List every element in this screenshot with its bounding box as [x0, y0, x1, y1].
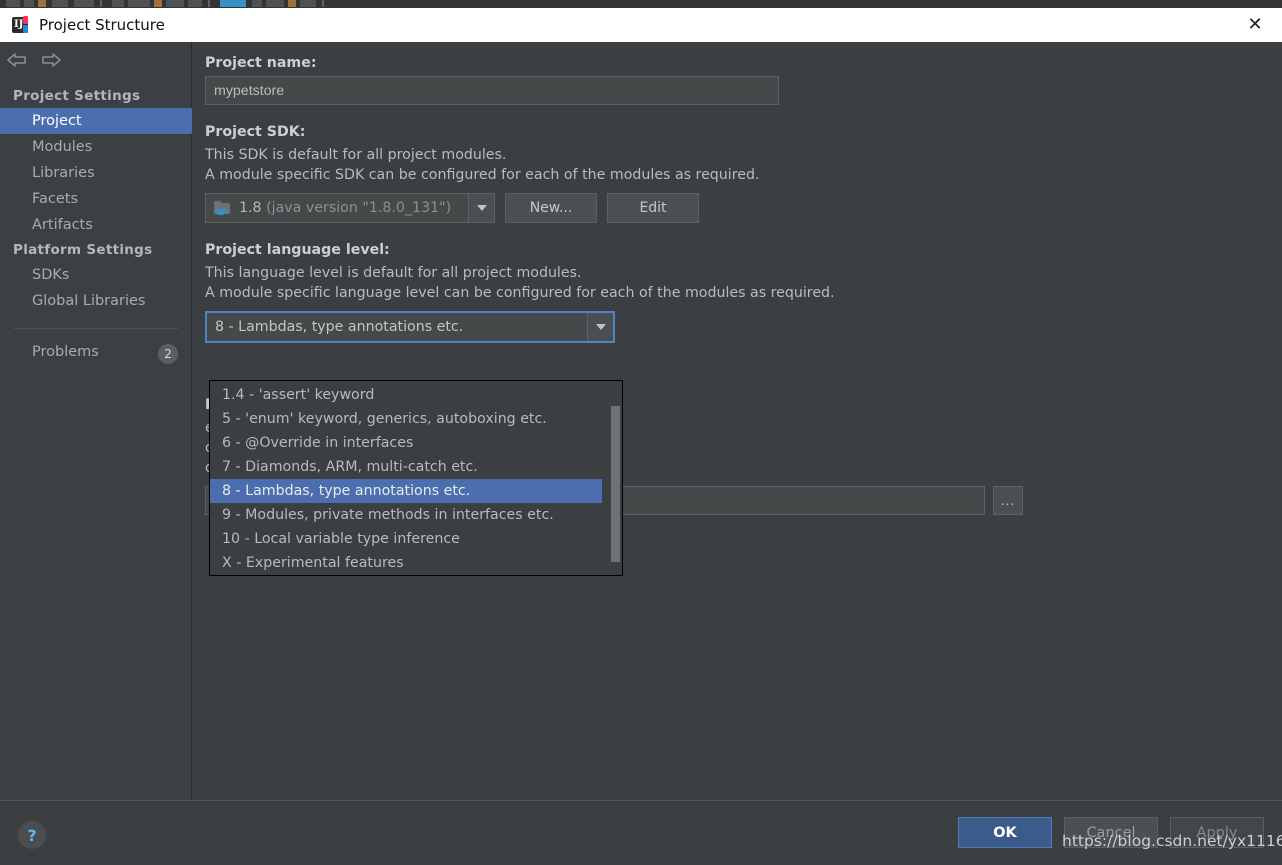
project-name-input[interactable] [205, 76, 779, 105]
project-sdk-combo-text: 1.8 (java version "1.8.0_131") [231, 200, 468, 216]
sidebar-divider [14, 328, 178, 329]
project-sdk-desc-line1: This SDK is default for all project modu… [205, 147, 507, 163]
new-sdk-button[interactable]: New... [505, 193, 597, 223]
sidebar-nav-row [0, 42, 192, 78]
language-level-option[interactable]: 6 - @Override in interfaces [210, 431, 602, 455]
project-sdk-label: Project SDK: [205, 124, 306, 140]
sidebar-item-artifacts[interactable]: Artifacts [0, 212, 192, 238]
language-level-option-selected[interactable]: 8 - Lambdas, type annotations etc. [210, 479, 602, 503]
language-level-label: Project language level: [205, 242, 390, 258]
dialog-title: Project Structure [39, 16, 165, 34]
language-level-desc-line1: This language level is default for all p… [205, 265, 582, 281]
sidebar-item-problems[interactable]: Problems 2 [0, 339, 192, 365]
edit-sdk-button[interactable]: Edit [607, 193, 699, 223]
language-level-dropdown-popup[interactable]: 1.4 - 'assert' keyword 5 - 'enum' keywor… [209, 380, 623, 576]
sidebar-group-platform-settings: Platform Settings [13, 242, 153, 258]
dropdown-scrollbar[interactable] [610, 382, 621, 575]
sidebar-item-sdks[interactable]: SDKs [0, 262, 192, 288]
language-level-option[interactable]: 10 - Local variable type inference [210, 527, 602, 551]
language-level-option-list: 1.4 - 'assert' keyword 5 - 'enum' keywor… [210, 383, 602, 575]
project-sdk-desc-line2: A module specific SDK can be configured … [205, 167, 760, 183]
intellij-idea-icon: IJ [11, 16, 29, 34]
project-sdk-combo[interactable]: 1.8 (java version "1.8.0_131") [205, 193, 495, 223]
help-icon[interactable]: ? [18, 821, 46, 849]
dialog-title-bar: IJ Project Structure ✕ [0, 8, 1282, 42]
language-level-desc-line2: A module specific language level can be … [205, 285, 835, 301]
chevron-down-icon[interactable] [587, 313, 613, 341]
language-level-selected-value: 8 - Lambdas, type annotations etc. [215, 319, 464, 335]
project-sdk-version: 1.8 [239, 200, 262, 216]
project-name-label: Project name: [205, 55, 317, 71]
sidebar-item-modules[interactable]: Modules [0, 134, 192, 160]
close-icon[interactable]: ✕ [1234, 8, 1276, 42]
project-structure-dialog: IJ Project Structure ✕ Project Settings … [0, 0, 1282, 865]
arrow-left-icon[interactable] [0, 45, 34, 75]
java-sdk-folder-icon [214, 200, 231, 216]
language-level-option[interactable]: 1.4 - 'assert' keyword [210, 383, 602, 407]
language-level-option[interactable]: 7 - Diamonds, ARM, multi-catch etc. [210, 455, 602, 479]
language-level-option[interactable]: 9 - Modules, private methods in interfac… [210, 503, 602, 527]
sidebar-group-project-settings: Project Settings [13, 88, 141, 104]
settings-sidebar: Project Settings Project Modules Librari… [0, 42, 192, 800]
language-level-option[interactable]: 5 - 'enum' keyword, generics, autoboxing… [210, 407, 602, 431]
apply-button[interactable]: Apply [1170, 817, 1264, 848]
language-level-option[interactable]: X - Experimental features [210, 551, 602, 575]
footer-button-group: OK Cancel Apply [958, 817, 1264, 848]
sidebar-item-libraries[interactable]: Libraries [0, 160, 192, 186]
ok-button[interactable]: OK [958, 817, 1052, 848]
sidebar-item-problems-label: Problems [32, 344, 99, 360]
sidebar-item-facets[interactable]: Facets [0, 186, 192, 212]
dialog-body: Project Settings Project Modules Librari… [0, 42, 1282, 800]
project-sdk-row: 1.8 (java version "1.8.0_131") New... Ed… [205, 193, 1264, 223]
sidebar-item-global-libraries[interactable]: Global Libraries [0, 288, 192, 314]
chevron-down-icon[interactable] [468, 194, 494, 222]
sidebar-item-project[interactable]: Project [0, 108, 192, 134]
dialog-footer: ? OK Cancel Apply [0, 801, 1282, 865]
background-ide-breadcrumb-strip [0, 0, 1282, 8]
project-sdk-detail: (java version "1.8.0_131") [266, 200, 452, 216]
dropdown-scrollbar-thumb[interactable] [611, 406, 620, 562]
browse-button[interactable]: ... [993, 486, 1023, 515]
arrow-right-icon[interactable] [34, 45, 68, 75]
language-level-combo[interactable]: 8 - Lambdas, type annotations etc. [205, 311, 615, 343]
problems-count-badge: 2 [158, 344, 178, 364]
cancel-button[interactable]: Cancel [1064, 817, 1158, 848]
